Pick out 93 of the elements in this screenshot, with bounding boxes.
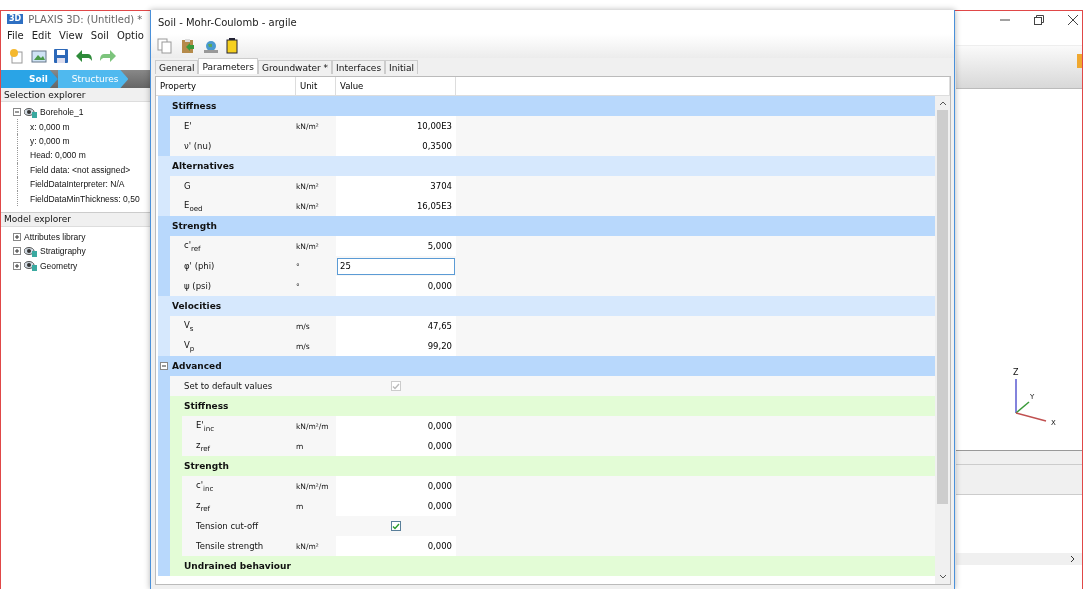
menu-item[interactable]: Edit [31,30,52,41]
property-name: φ' (phi) [184,261,215,271]
expand-icon[interactable] [13,247,21,256]
column-header: Property [156,77,296,95]
menu-item[interactable]: View [59,30,83,41]
scrollbar-thumb[interactable] [937,110,948,504]
group-label: Velocities [171,301,222,311]
scroll-down-icon[interactable] [938,574,947,580]
open-picture-icon[interactable] [31,48,47,64]
property-name: ν' (nu) [184,141,212,151]
column-header: Unit [296,77,336,95]
value-input[interactable]: 25 [337,257,455,275]
collapse-icon[interactable] [13,108,21,117]
indent-band [158,336,170,356]
property-name: Tensile strength [196,541,264,551]
tab[interactable]: Groundwater * [258,60,333,74]
save-icon[interactable] [53,48,69,64]
group-label: Strength [171,221,217,231]
property-name: c'$_{inc}$ [196,479,214,493]
scrollbar[interactable] [935,96,950,584]
value-cell[interactable]: 0,000 [336,276,456,296]
property-name: G [184,181,191,191]
tree-item[interactable]: y: 0,000 m [30,135,70,146]
property-name: E' [184,121,192,131]
tab[interactable]: Initial [385,60,418,74]
property-name: V$_{s}$ [184,319,194,333]
globe-icon[interactable] [203,38,219,54]
undo-icon[interactable] [75,49,93,63]
group-label: Undrained behaviour [183,561,291,571]
expand-icon[interactable] [13,261,21,270]
tab[interactable]: Interfaces [332,60,386,74]
value-cell[interactable]: 0,000 [336,416,456,436]
value-cell[interactable]: 0,3500 [336,136,456,156]
tree-item[interactable]: Field data: <not assigned> [30,164,131,175]
indent-band [158,276,170,296]
redo-icon[interactable] [99,49,117,63]
expand-icon[interactable] [13,232,21,241]
indent-band [158,136,170,156]
value-cell[interactable]: 5,000 [336,236,456,256]
cylinder-icon[interactable] [226,38,238,54]
horizontal-scrollbar[interactable] [956,553,1082,565]
tree-item[interactable]: FieldDataInterpreter: N/A [30,179,125,190]
value-cell[interactable]: 0,000 [336,436,456,456]
value-cell[interactable]: 99,20 [336,336,456,356]
menu-item[interactable]: Optio [116,30,144,41]
value-cell[interactable]: 16,05E3 [336,196,456,216]
value-cell[interactable]: 0,000 [336,496,456,516]
group-label: Strength [183,461,229,471]
tab[interactable]: Parameters [198,58,258,74]
tree-item[interactable]: Stratigraphy [40,246,86,257]
value-cell[interactable]: 47,65 [336,316,456,336]
value-cell[interactable]: 0,000 [336,536,456,556]
value-cell[interactable]: 10,00E3 [336,116,456,136]
tree-item[interactable]: Attributes library [24,231,86,242]
tree-item[interactable]: Geometry [40,260,78,271]
tab[interactable]: General [155,60,199,74]
property-name: E$_{oed}$ [184,199,203,213]
restore-icon[interactable] [1034,15,1044,25]
copy-icon[interactable] [157,38,173,54]
tree-item[interactable]: x: 0,000 m [30,121,70,132]
property-name: Tension cut-off [196,521,259,531]
group-label: Alternatives [171,161,235,171]
property-name: E'$_{inc}$ [196,419,215,433]
tree-item[interactable]: FieldDataMinThickness: 0,50 [30,193,140,204]
indent-band [158,196,170,216]
property-name: Set to default values [184,381,273,391]
close-icon[interactable] [1068,15,1078,25]
group-label: Stiffness [183,401,229,411]
menu-item[interactable]: Soil [90,30,109,41]
scroll-right-icon[interactable] [1070,555,1076,563]
property-name: z$_{ref}$ [196,499,211,513]
property-name: c'$_{ref}$ [184,239,201,253]
property-name: V$_{p}$ [184,339,195,353]
value-cell[interactable]: 3704 [336,176,456,196]
column-header: Value [336,77,456,95]
new-file-icon[interactable] [9,48,25,64]
group-label: Advanced [171,361,222,371]
tree-item[interactable]: Head: 0,000 m [30,150,86,161]
property-name: z$_{ref}$ [196,439,211,453]
group-label: Stiffness [171,101,217,111]
scroll-up-icon[interactable] [938,100,947,106]
window-title: PLAXIS 3D: (Untitled) * [28,13,143,25]
paste-icon[interactable] [180,38,196,54]
dialog-title: Soil - Mohr-Coulomb - argile [158,16,297,28]
indent-band [158,556,170,576]
checkbox[interactable] [391,521,401,531]
value-cell[interactable]: 0,000 [336,476,456,496]
menu-item[interactable]: File [7,30,24,41]
tree-item[interactable]: Borehole_1 [40,107,84,118]
app-logo: 3D [7,14,24,24]
collapse-icon[interactable] [160,362,168,370]
property-name: ψ (psi) [184,281,212,291]
panel-header: Selection explorer [1,88,151,102]
